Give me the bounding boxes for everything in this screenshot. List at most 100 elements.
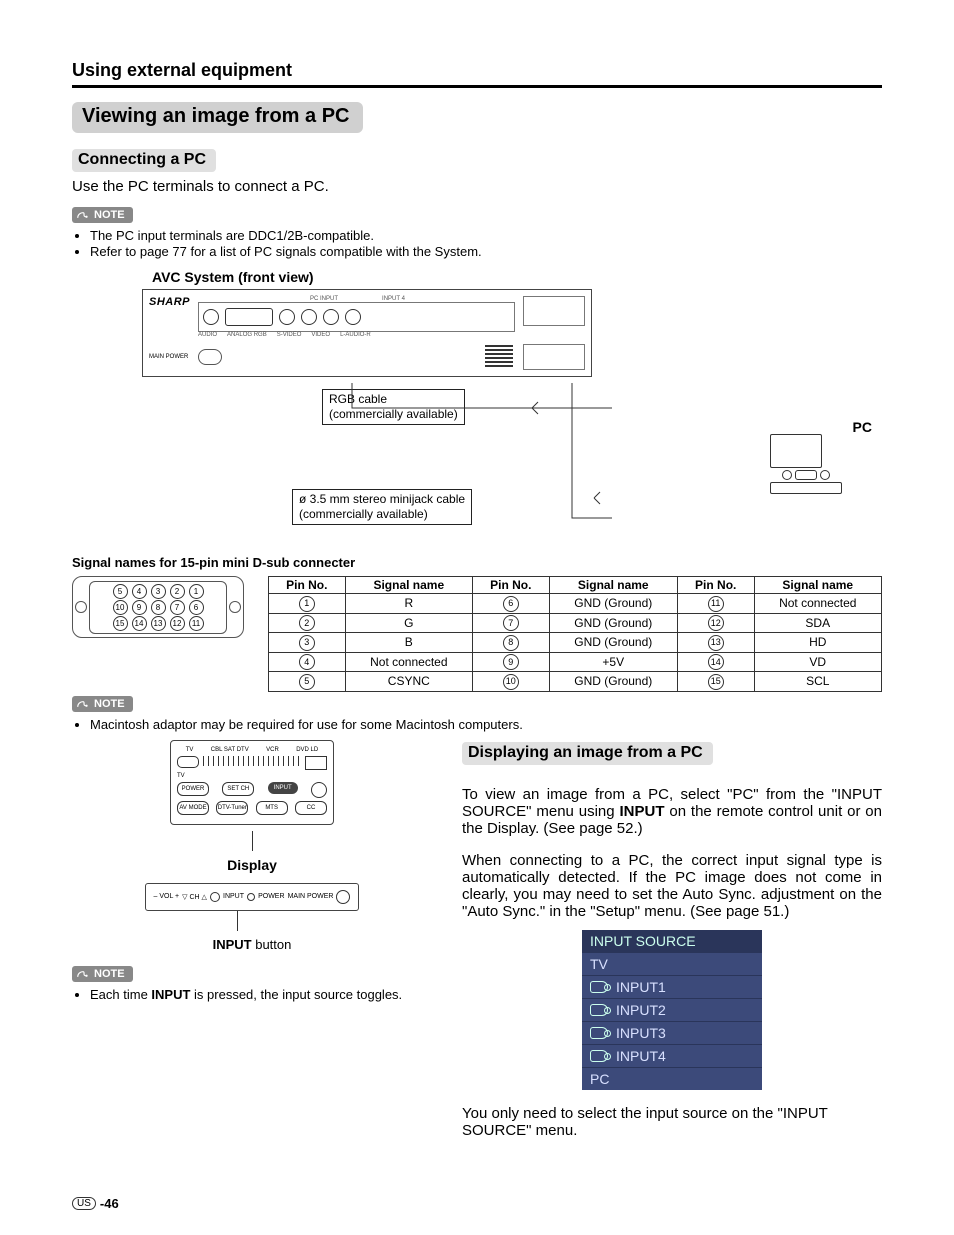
osd-item: INPUT3: [582, 1022, 762, 1045]
pin-num: 11: [708, 596, 724, 612]
chapter-title: Using external equipment: [72, 60, 882, 81]
table-row: 1 R 6 GND (Ground) 11 Not connected: [269, 594, 882, 614]
panel-label: ▽ CH △: [182, 893, 207, 901]
avc-brand: SHARP: [149, 296, 190, 308]
th: Pin No.: [473, 577, 550, 594]
osd-item: PC: [582, 1068, 762, 1090]
cell: SDA: [754, 613, 881, 633]
slider-icon: [177, 756, 199, 768]
note-badge: NOTE: [72, 966, 133, 982]
pin-num: 8: [503, 635, 519, 651]
cable-lines-icon: [292, 383, 692, 543]
port-group-label: PC INPUT: [310, 296, 338, 302]
remote-top-labels: TV CBL SAT DTV VCR DVD LD: [177, 747, 327, 753]
note-label: NOTE: [94, 698, 125, 710]
th: Pin No.: [677, 577, 754, 594]
osd-item: INPUT4: [582, 1045, 762, 1068]
vga-port-icon: [225, 308, 273, 326]
remote-button: POWER: [177, 782, 209, 796]
note-item: Refer to page 77 for a list of PC signal…: [90, 244, 882, 259]
cell: SCL: [754, 672, 881, 692]
cover-icon: [523, 296, 585, 326]
svideo-port-icon: [279, 309, 295, 325]
cell: Not connected: [345, 652, 472, 672]
pin-num: 2: [299, 615, 315, 631]
displaying-p1: To view an image from a PC, select "PC" …: [462, 786, 882, 837]
pin-table: Pin No. Signal name Pin No. Signal name …: [268, 576, 882, 692]
table-row: 2 G 7 GND (Ground) 12 SDA: [269, 613, 882, 633]
remote-diagram: TV CBL SAT DTV VCR DVD LD TV POWER SET C…: [170, 740, 334, 825]
pin-num: 12: [708, 615, 724, 631]
input-jack-icon: [590, 981, 608, 993]
cell: Not connected: [754, 594, 881, 614]
power-label: MAIN POWER: [149, 354, 188, 360]
th: Signal name: [345, 577, 472, 594]
input-button-caption: INPUT button: [72, 937, 432, 952]
connector-heading: Signal names for 15-pin mini D-sub conne…: [72, 555, 882, 570]
cell: HD: [754, 633, 881, 653]
pin-num: 4: [299, 654, 315, 670]
pin-num: 7: [503, 615, 519, 631]
arrow-line: [237, 911, 238, 931]
vent-icon: [485, 345, 513, 369]
cell: VD: [754, 652, 881, 672]
pin-num: 13: [708, 635, 724, 651]
osd-menu: INPUT SOURCE TV INPUT1 INPUT2 INPUT3 INP…: [582, 930, 762, 1090]
pin-num: 15: [708, 674, 724, 690]
input-jack-icon: [590, 1027, 608, 1039]
note-icon: [76, 697, 90, 711]
slot-icon: [523, 344, 585, 370]
osd-item: INPUT2: [582, 999, 762, 1022]
panel-label: MAIN POWER: [288, 893, 334, 900]
note-item: Each time INPUT is pressed, the input so…: [90, 987, 432, 1002]
table-row: 3 B 8 GND (Ground) 13 HD: [269, 633, 882, 653]
port-label: ANALOG RGB: [227, 332, 267, 338]
table-row: 5 CSYNC 10 GND (Ground) 15 SCL: [269, 672, 882, 692]
pc-icon: [770, 434, 842, 494]
pin-num: 9: [503, 654, 519, 670]
arrow-line: [252, 831, 253, 851]
pc-label: PC: [853, 419, 872, 435]
region-badge: US: [72, 1197, 96, 1210]
th: Signal name: [754, 577, 881, 594]
port-group-label: INPUT 4: [382, 296, 405, 302]
panel-power-icon: [336, 890, 350, 904]
osd-item: TV: [582, 953, 762, 976]
video-port-icon: [301, 309, 317, 325]
cell: GND (Ground): [549, 633, 677, 653]
th: Pin No.: [269, 577, 346, 594]
panel-label: POWER: [258, 893, 284, 900]
cell: B: [345, 633, 472, 653]
slider-track-icon: [203, 756, 301, 766]
remote-button: DTV-Tuner: [216, 801, 248, 815]
section-title: Viewing an image from a PC: [72, 102, 363, 133]
port-label: L-AUDIO-R: [340, 332, 371, 338]
pin-num: 1: [299, 596, 315, 612]
displaying-p2: When connecting to a PC, the correct inp…: [462, 852, 882, 920]
subheading-displaying: Displaying an image from a PC: [462, 742, 713, 765]
panel-label: INPUT: [223, 893, 244, 900]
note-item: The PC input terminals are DDC1/2B-compa…: [90, 228, 882, 243]
remote-note-list: Each time INPUT is pressed, the input so…: [72, 987, 432, 1002]
cell: +5V: [549, 652, 677, 672]
note-badge: NOTE: [72, 207, 133, 223]
cable-diagram: RGB cable (commercially available) ø 3.5…: [142, 389, 882, 549]
remote-button: AV MODE: [177, 801, 209, 815]
pin-num: 5: [299, 674, 315, 690]
pin-num: 6: [503, 596, 519, 612]
subheading-connecting: Connecting a PC: [72, 149, 216, 172]
panel-button-icon: [210, 892, 220, 902]
audio-r-port-icon: [345, 309, 361, 325]
pin-num: 10: [503, 674, 519, 690]
avc-title: AVC System (front view): [152, 269, 882, 285]
cell: GND (Ground): [549, 672, 677, 692]
port-labels: AUDIO ANALOG RGB S-VIDEO VIDEO L-AUDIO-R: [198, 332, 515, 338]
dsub-connector-icon: 54321 109876 1514131211: [72, 576, 244, 638]
cell: G: [345, 613, 472, 633]
note-label: NOTE: [94, 968, 125, 980]
remote-button: CC: [295, 801, 327, 815]
cell: GND (Ground): [549, 613, 677, 633]
input-jack-icon: [590, 1004, 608, 1016]
power-switch-icon: [198, 349, 222, 365]
remote-button: SET CH: [222, 782, 254, 796]
